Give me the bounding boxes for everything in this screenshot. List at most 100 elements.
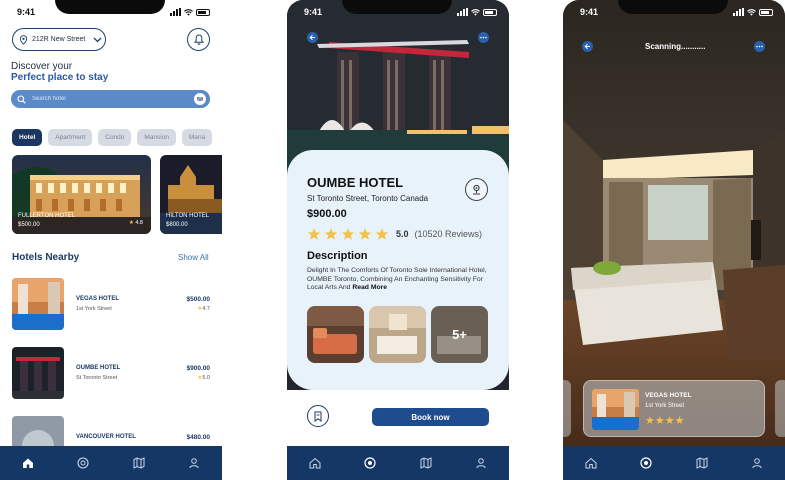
featured-name: HILTON HOTEL bbox=[166, 213, 210, 219]
featured-name: FULLERTON HOTEL bbox=[18, 213, 76, 219]
compass-icon bbox=[640, 457, 652, 469]
result-card-previous[interactable] bbox=[563, 380, 571, 437]
hotel-rating: ★5.0 bbox=[197, 375, 210, 381]
hotel-thumbnail bbox=[12, 278, 64, 330]
tab-explore[interactable] bbox=[636, 453, 656, 473]
tab-profile[interactable] bbox=[747, 453, 767, 473]
star-icon bbox=[307, 228, 321, 240]
hotel-address: 1st York Street bbox=[76, 306, 112, 312]
gallery-photo[interactable] bbox=[369, 306, 426, 363]
hotel-name: VEGAS HOTEL bbox=[76, 296, 120, 302]
chevron-down-icon bbox=[93, 37, 102, 42]
category-more[interactable]: Mana bbox=[181, 129, 213, 146]
description-title: Description bbox=[307, 250, 368, 262]
wifi-icon bbox=[747, 8, 756, 16]
compass-icon bbox=[77, 457, 89, 469]
read-more-link[interactable]: Read More bbox=[352, 284, 387, 291]
hotel-detail-card: OUMBE HOTEL St Toronto Street, Toronto C… bbox=[287, 150, 509, 390]
gallery-photo[interactable] bbox=[307, 306, 364, 363]
category-condo[interactable]: Condo bbox=[98, 129, 132, 146]
description-text: Delight In The Comforts Of Toronto Sole … bbox=[307, 267, 487, 292]
hotel-address: St Toronto Street bbox=[76, 375, 118, 381]
more-photos-count: 5+ bbox=[452, 327, 467, 342]
featured-rating: ★ 4.8 bbox=[128, 220, 143, 226]
tab-home[interactable] bbox=[305, 453, 325, 473]
scan-screen: 9:41 Scanning........... VEGAS HOTEL 1st… bbox=[563, 0, 785, 480]
tab-explore[interactable] bbox=[360, 453, 380, 473]
more-dots-icon bbox=[480, 36, 487, 39]
list-item[interactable]: VEGAS HOTEL 1st York Street $500.00 ★4.7 bbox=[12, 278, 210, 330]
featured-card-fullerton[interactable]: FULLERTON HOTEL $500.00 ★ 4.8 bbox=[12, 155, 151, 234]
battery-icon bbox=[196, 8, 210, 16]
featured-price: $500.00 bbox=[18, 222, 40, 228]
wifi-icon bbox=[471, 8, 480, 16]
show-all-link[interactable]: Show All bbox=[178, 253, 209, 262]
status-time: 9:41 bbox=[304, 7, 323, 17]
rating-stars: ★★★★ bbox=[645, 415, 685, 427]
hotel-name: VEGAS HOTEL bbox=[645, 392, 692, 399]
home-icon bbox=[585, 457, 597, 469]
category-hotel[interactable]: Hotel bbox=[12, 129, 43, 146]
signal-icon bbox=[170, 8, 181, 16]
list-item[interactable]: OUMBE HOTEL St Toronto Street $900.00 ★5… bbox=[12, 347, 210, 399]
star-icon bbox=[324, 228, 338, 240]
hotel-hero-photo bbox=[287, 0, 509, 170]
bottom-tab-bar bbox=[563, 446, 785, 480]
search-input[interactable] bbox=[32, 96, 182, 102]
status-icons bbox=[457, 8, 497, 16]
user-icon bbox=[752, 458, 762, 469]
back-button[interactable] bbox=[307, 32, 318, 43]
home-icon bbox=[22, 458, 33, 468]
more-button[interactable] bbox=[754, 41, 765, 52]
gallery-more[interactable]: 5+ bbox=[431, 306, 488, 363]
home-screen: 9:41 212R New Street Discover your Perfe… bbox=[0, 0, 222, 480]
user-icon bbox=[476, 458, 486, 469]
filter-button[interactable] bbox=[194, 93, 206, 105]
battery-icon bbox=[483, 8, 497, 16]
tab-profile[interactable] bbox=[184, 453, 204, 473]
back-button[interactable] bbox=[582, 41, 593, 52]
tab-home[interactable] bbox=[581, 453, 601, 473]
tab-map[interactable] bbox=[416, 453, 436, 473]
status-bar: 9:41 bbox=[580, 7, 773, 19]
section-title: Hotels Nearby bbox=[12, 252, 80, 263]
map-icon bbox=[696, 457, 708, 469]
notification-button[interactable] bbox=[187, 28, 210, 51]
hotel-price: $900.00 bbox=[307, 208, 347, 220]
more-dots-icon bbox=[756, 45, 763, 48]
featured-card-hilton[interactable]: HILTON HOTEL $800.00 bbox=[160, 155, 222, 234]
location-pin-icon bbox=[19, 34, 28, 45]
featured-price: $800.00 bbox=[166, 222, 188, 228]
hotel-price: $500.00 bbox=[186, 296, 211, 303]
hotel-rating: ★4.7 bbox=[197, 306, 210, 312]
category-mansion[interactable]: Mansion bbox=[137, 129, 176, 146]
status-icons bbox=[733, 8, 773, 16]
search-bar[interactable] bbox=[11, 90, 210, 108]
hotel-title: OUMBE HOTEL bbox=[307, 175, 404, 190]
greeting-text: Discover your bbox=[11, 61, 73, 72]
tab-map[interactable] bbox=[692, 453, 712, 473]
battery-icon bbox=[759, 8, 773, 16]
map-location-button[interactable] bbox=[465, 178, 488, 201]
book-now-button[interactable]: Book now bbox=[372, 408, 489, 426]
back-arrow-icon bbox=[309, 34, 315, 41]
bookmark-icon bbox=[314, 411, 322, 422]
tab-map[interactable] bbox=[129, 453, 149, 473]
tab-home[interactable] bbox=[18, 453, 38, 473]
more-button[interactable] bbox=[478, 32, 489, 43]
scanning-status: Scanning........... bbox=[645, 42, 706, 51]
tab-profile[interactable] bbox=[471, 453, 491, 473]
star-icon bbox=[341, 228, 355, 240]
location-selector[interactable]: 212R New Street bbox=[12, 28, 106, 51]
greeting-headline: Perfect place to stay bbox=[11, 72, 109, 83]
bookmark-button[interactable] bbox=[307, 405, 329, 427]
home-icon bbox=[309, 457, 321, 469]
result-card-next[interactable] bbox=[775, 380, 785, 437]
scan-result-card[interactable]: VEGAS HOTEL 1st York Street ★★★★ bbox=[583, 380, 765, 437]
user-icon bbox=[189, 458, 199, 469]
map-icon bbox=[133, 457, 145, 469]
category-apartment[interactable]: Apartment bbox=[48, 129, 93, 146]
tab-explore[interactable] bbox=[73, 453, 93, 473]
signal-icon bbox=[733, 8, 744, 16]
hotel-thumbnail bbox=[592, 389, 639, 430]
